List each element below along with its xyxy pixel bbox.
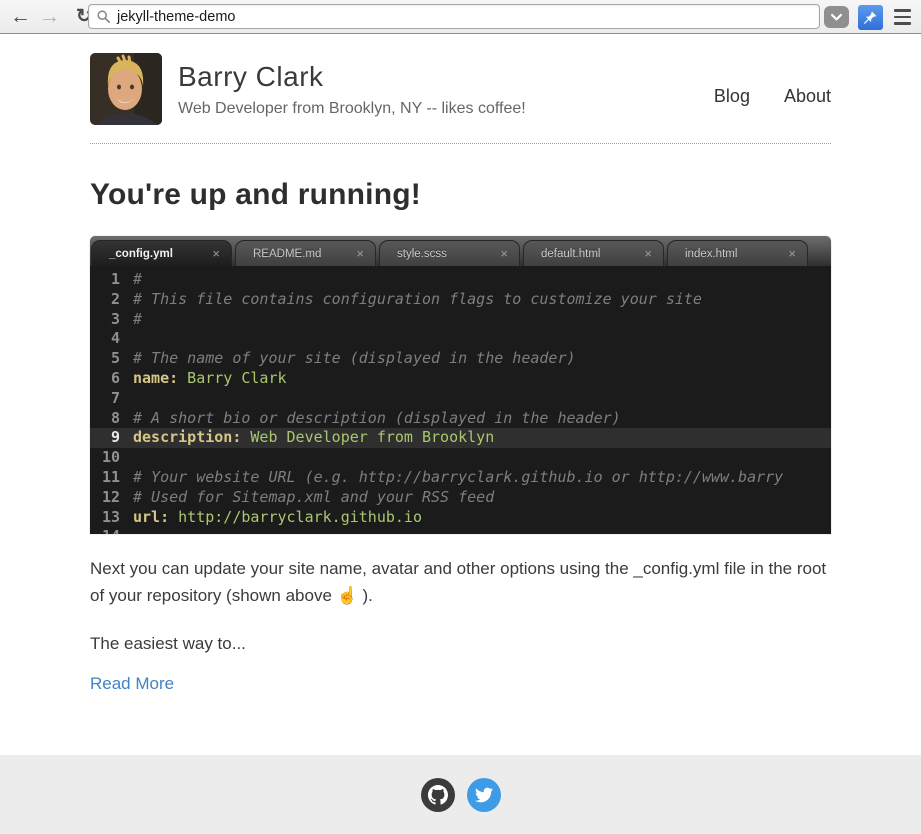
- code-segment: name:: [133, 369, 178, 387]
- code-segment: #: [133, 310, 142, 328]
- browser-toolbar: ← → ↻ jekyll-theme-demo: [0, 0, 921, 34]
- code-line: 2 # This file contains configuration flag…: [90, 290, 831, 310]
- line-number: 10: [90, 448, 120, 468]
- point-up-emoji: ☝: [337, 586, 358, 605]
- code-line: 12 # Used for Sitemap.xml and your RSS fe…: [90, 488, 831, 508]
- site-description: Web Developer from Brooklyn, NY -- likes…: [178, 100, 714, 118]
- line-number: 12: [90, 488, 120, 508]
- code-segment: http://barryclark.github.io: [169, 508, 422, 526]
- line-number: 13: [90, 508, 120, 528]
- line-number: 3: [90, 310, 120, 330]
- editor-tab-bar: _config.yml×README.md×style.scss×default…: [90, 236, 831, 266]
- tab-close-icon[interactable]: ×: [500, 245, 508, 260]
- forward-button[interactable]: →: [35, 6, 64, 27]
- editor-tab-index.html[interactable]: index.html ×: [667, 240, 808, 266]
- code-area: 1#2# This file contains configuration fl…: [90, 266, 831, 534]
- tab-label: README.md: [236, 248, 321, 260]
- twitter-icon[interactable]: [467, 778, 501, 812]
- menu-icon[interactable]: [892, 5, 913, 28]
- code-editor-screenshot: _config.yml×README.md×style.scss×default…: [90, 236, 831, 534]
- line-number: 9: [90, 428, 120, 448]
- chevron-down-icon: [829, 10, 844, 25]
- line-number: 1: [90, 270, 120, 290]
- code-line: 14: [90, 527, 831, 534]
- github-octocat-icon: [428, 785, 448, 805]
- github-icon[interactable]: [421, 778, 455, 812]
- line-number: 6: [90, 369, 120, 389]
- code-line: 11 # Your website URL (e.g. http://barryc…: [90, 468, 831, 488]
- read-more-link[interactable]: Read More: [90, 674, 174, 694]
- toolbar-extensions: [824, 0, 913, 34]
- line-number: 4: [90, 329, 120, 349]
- pushpin-icon: [862, 9, 879, 26]
- tab-label: index.html: [668, 248, 737, 260]
- code-segment: #: [133, 270, 142, 288]
- twitter-bird-icon: [475, 786, 493, 804]
- tab-label: default.html: [524, 248, 600, 260]
- line-number: 7: [90, 389, 120, 409]
- post-title: You're up and running!: [90, 178, 831, 212]
- code-segment: # This file contains configuration flags…: [133, 290, 702, 308]
- site-footer: [0, 755, 921, 834]
- search-icon: [97, 10, 110, 23]
- paragraph-text: Next you can update your site name, avat…: [90, 559, 826, 605]
- code-segment: Barry Clark: [178, 369, 286, 387]
- avatar[interactable]: [90, 53, 162, 125]
- tab-label: _config.yml: [92, 248, 173, 260]
- site-nav: Blog About: [714, 86, 831, 107]
- code-segment: Web Developer from Brooklyn: [241, 428, 494, 446]
- editor-tab-default.html[interactable]: default.html ×: [523, 240, 664, 266]
- line-number: 2: [90, 290, 120, 310]
- nav-link-about[interactable]: About: [784, 86, 831, 107]
- code-line: 5 # The name of your site (displayed in t…: [90, 349, 831, 369]
- line-number: 11: [90, 468, 120, 488]
- site-title[interactable]: Barry Clark: [178, 61, 714, 93]
- line-number: 5: [90, 349, 120, 369]
- url-text: jekyll-theme-demo: [117, 9, 235, 25]
- code-line: 10: [90, 448, 831, 468]
- url-bar[interactable]: jekyll-theme-demo: [88, 4, 820, 29]
- code-line: 6 name: Barry Clark: [90, 369, 831, 389]
- post-paragraph-1: Next you can update your site name, avat…: [90, 555, 831, 609]
- code-segment: # A short bio or description (displayed …: [133, 409, 621, 427]
- code-line: 8 # A short bio or description (displayed…: [90, 409, 831, 429]
- code-segment: # The name of your site (displayed in th…: [133, 349, 576, 367]
- tab-close-icon[interactable]: ×: [212, 245, 220, 260]
- code-segment: # Used for Sitemap.xml and your RSS feed: [133, 488, 494, 506]
- paragraph-text: ).: [358, 586, 373, 605]
- avatar-photo: [90, 53, 162, 125]
- code-segment: description:: [133, 428, 241, 446]
- code-line: 9 description: Web Developer from Brookly…: [90, 428, 831, 448]
- post-paragraph-2: The easiest way to...: [90, 630, 831, 657]
- tab-close-icon[interactable]: ×: [356, 245, 364, 260]
- editor-tab-_config.yml[interactable]: _config.yml ×: [91, 240, 232, 266]
- pin-extension-icon[interactable]: [858, 5, 883, 30]
- pocket-icon[interactable]: [824, 6, 849, 28]
- site-info: Barry Clark Web Developer from Brooklyn,…: [178, 61, 714, 118]
- site-header: Barry Clark Web Developer from Brooklyn,…: [90, 34, 831, 144]
- tab-label: style.scss: [380, 248, 447, 260]
- editor-tab-README.md[interactable]: README.md ×: [235, 240, 376, 266]
- post: You're up and running! _config.yml×READM…: [90, 178, 831, 694]
- editor-tab-style.scss[interactable]: style.scss ×: [379, 240, 520, 266]
- code-line: 1#: [90, 270, 831, 290]
- code-segment: url:: [133, 508, 169, 526]
- code-line: 4: [90, 329, 831, 349]
- back-button[interactable]: ←: [6, 6, 35, 27]
- nav-link-blog[interactable]: Blog: [714, 86, 750, 107]
- code-segment: # Your website URL (e.g. http://barrycla…: [133, 468, 783, 486]
- tab-close-icon[interactable]: ×: [644, 245, 652, 260]
- code-line: 13 url: http://barryclark.github.io: [90, 508, 831, 528]
- page-content: Barry Clark Web Developer from Brooklyn,…: [90, 34, 831, 694]
- line-number: 8: [90, 409, 120, 429]
- line-number: 14: [90, 527, 120, 534]
- code-line: 3#: [90, 310, 831, 330]
- tab-close-icon[interactable]: ×: [788, 245, 796, 260]
- code-line: 7: [90, 389, 831, 409]
